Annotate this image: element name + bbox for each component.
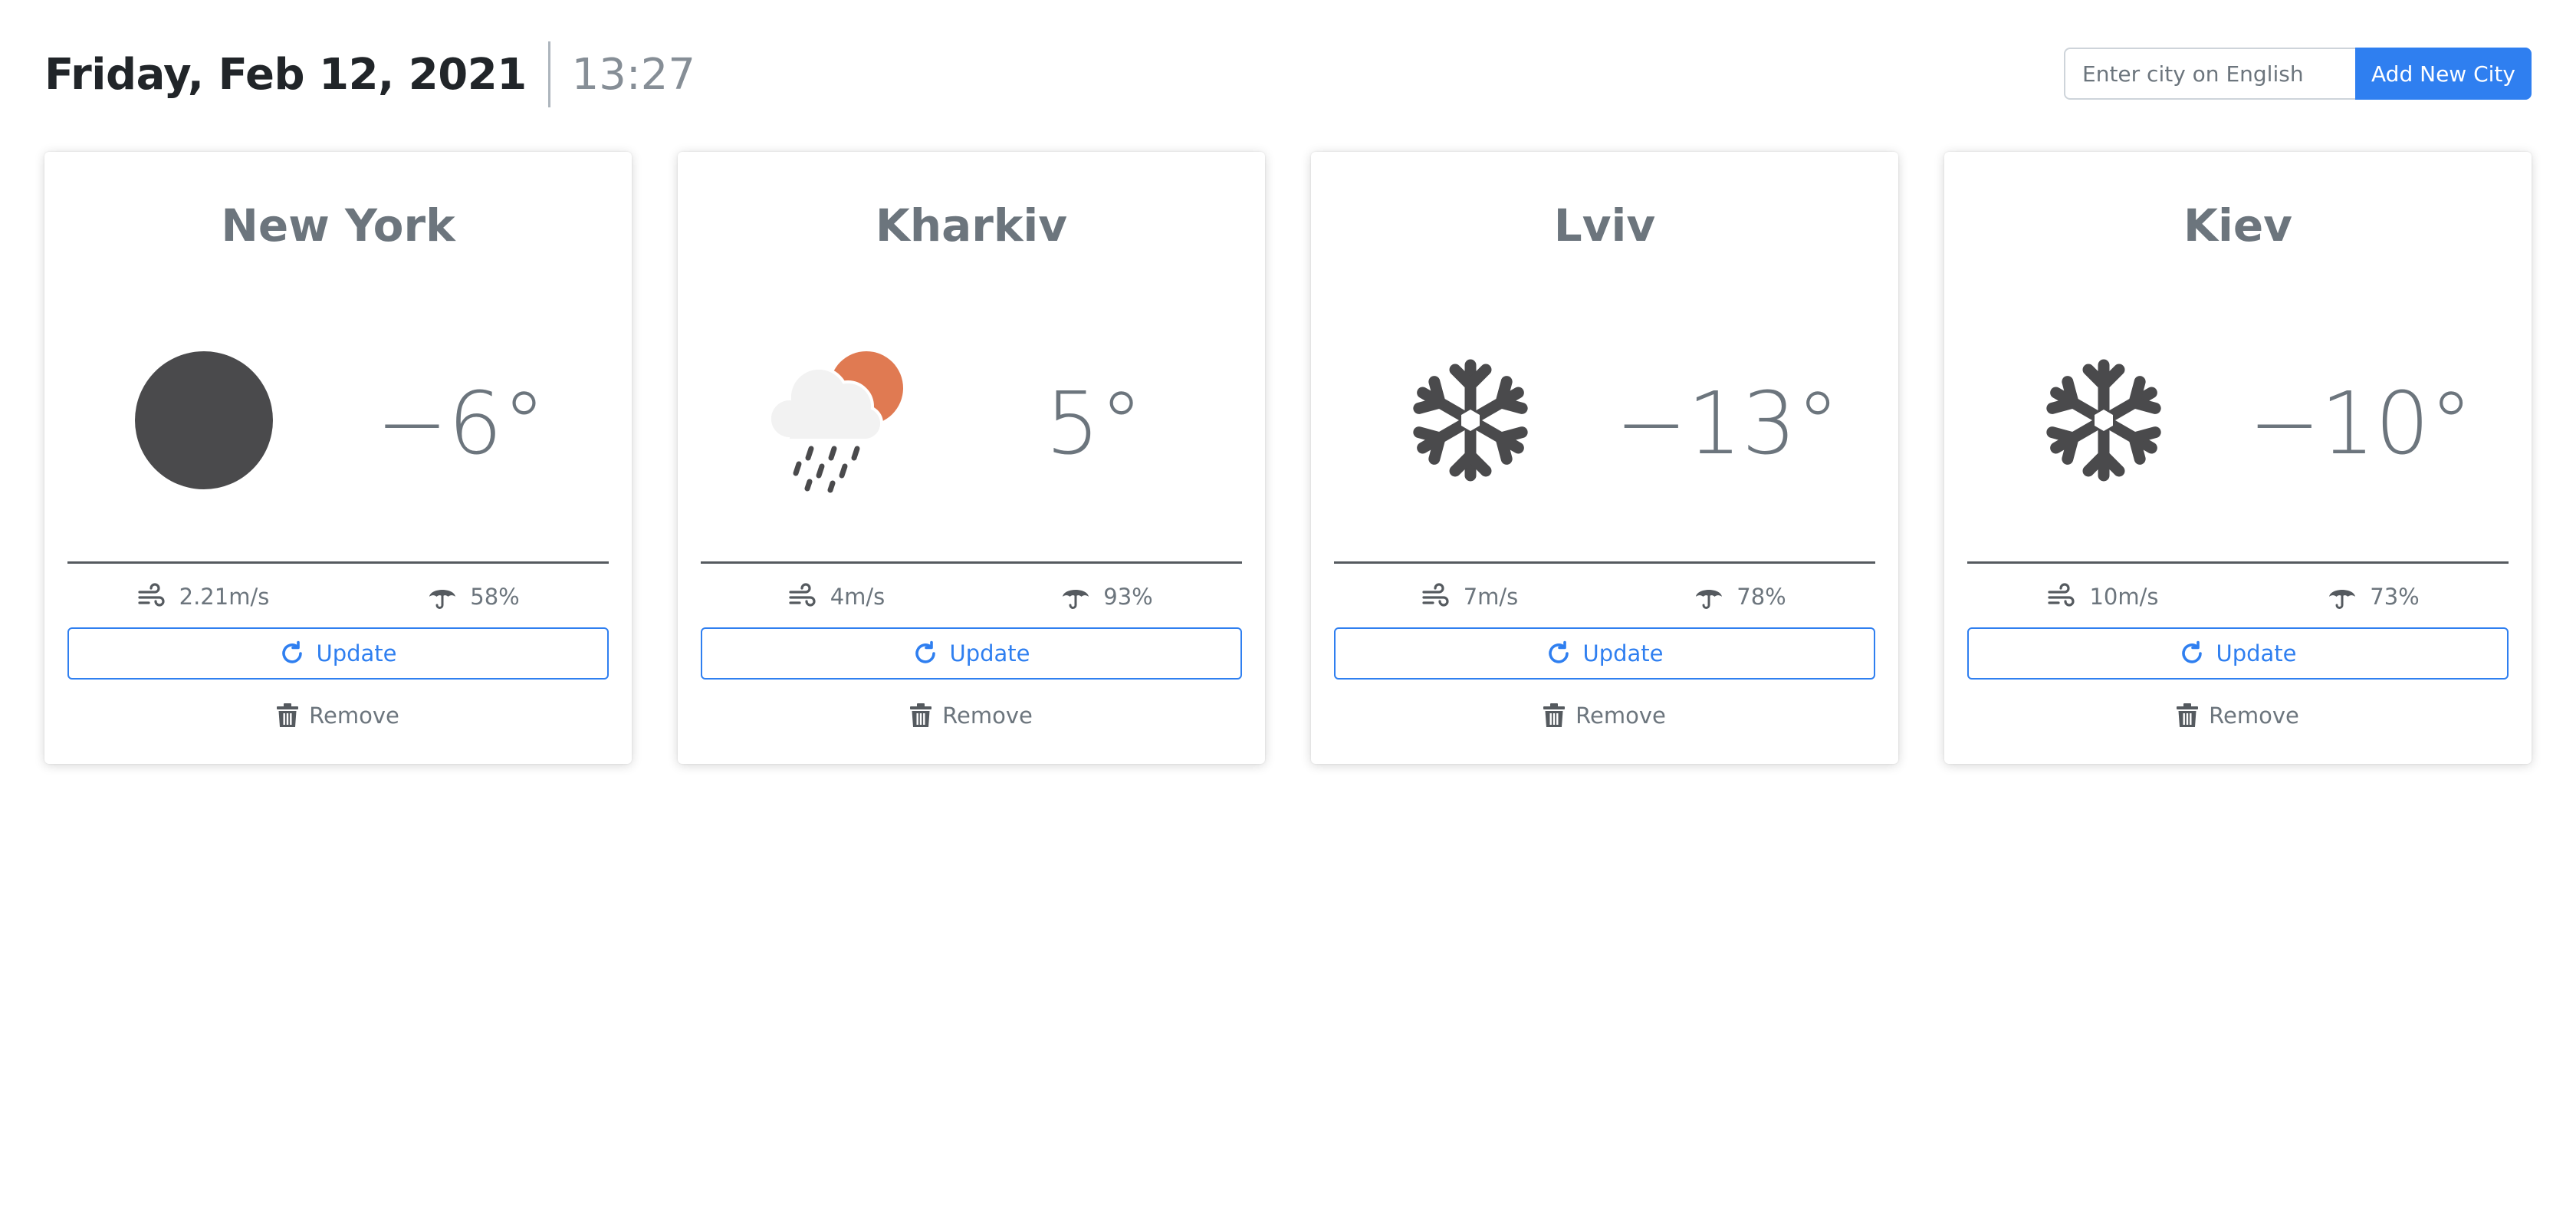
remove-button[interactable]: Remove bbox=[701, 698, 1242, 733]
umbrella-icon bbox=[1696, 590, 1723, 609]
header: Friday, Feb 12, 2021 13:27 bbox=[44, 40, 695, 109]
weather-stats: 2.21m/s 58% bbox=[67, 580, 609, 614]
wind-stat: 10m/s bbox=[1967, 580, 2238, 614]
moon-icon bbox=[127, 344, 281, 497]
humidity-stat: 93% bbox=[971, 580, 1242, 614]
city-card: Kiev −10° 10m/s 73% Update Remove bbox=[1944, 152, 2532, 764]
card-divider bbox=[701, 561, 1242, 564]
wind-speed: 7m/s bbox=[1463, 584, 1519, 610]
wind-speed: 2.21m/s bbox=[179, 584, 270, 610]
update-label: Update bbox=[1582, 640, 1664, 666]
update-button[interactable]: Update bbox=[67, 627, 609, 680]
wind-stat: 4m/s bbox=[701, 580, 971, 614]
temperature: −13° bbox=[1615, 374, 1840, 474]
trash-icon bbox=[910, 703, 932, 727]
update-button[interactable]: Update bbox=[701, 627, 1242, 680]
card-divider bbox=[1967, 561, 2509, 564]
weather-stats: 10m/s 73% bbox=[1967, 580, 2509, 614]
update-label: Update bbox=[949, 640, 1030, 666]
city-search-input[interactable] bbox=[2064, 48, 2355, 100]
city-name: Lviv bbox=[1553, 199, 1656, 252]
humidity-stat: 78% bbox=[1605, 580, 1875, 614]
wind-icon bbox=[138, 583, 165, 607]
wind-icon bbox=[2048, 583, 2075, 607]
remove-label: Remove bbox=[2209, 703, 2299, 729]
refresh-icon bbox=[915, 640, 936, 663]
umbrella-icon bbox=[2329, 590, 2356, 609]
card-divider bbox=[67, 561, 609, 564]
current-date: Friday, Feb 12, 2021 bbox=[44, 49, 527, 100]
wind-speed: 4m/s bbox=[830, 584, 886, 610]
wind-icon bbox=[789, 583, 816, 607]
weather-stats: 7m/s 78% bbox=[1334, 580, 1875, 614]
humidity-stat: 73% bbox=[2238, 580, 2509, 614]
weather-stats: 4m/s 93% bbox=[701, 580, 1242, 614]
umbrella-icon bbox=[1063, 590, 1089, 609]
remove-label: Remove bbox=[942, 703, 1033, 729]
current-time: 13:27 bbox=[571, 49, 696, 100]
remove-button[interactable]: Remove bbox=[1334, 698, 1875, 733]
refresh-icon bbox=[1549, 640, 1569, 663]
refresh-icon bbox=[2182, 640, 2203, 663]
add-new-city-button[interactable]: Add New City bbox=[2355, 48, 2532, 100]
update-button[interactable]: Update bbox=[1334, 627, 1875, 680]
trash-icon bbox=[277, 703, 299, 727]
wind-icon bbox=[1422, 583, 1449, 607]
remove-button[interactable]: Remove bbox=[67, 698, 609, 733]
city-card: Kharkiv 5° 4m/s 93% Update Remove bbox=[678, 152, 1265, 764]
remove-label: Remove bbox=[1576, 703, 1666, 729]
update-label: Update bbox=[2216, 640, 2297, 666]
umbrella-icon bbox=[429, 590, 456, 609]
city-card: New York −6° 2.21m/s 58% Update Remove bbox=[44, 152, 632, 764]
wind-stat: 2.21m/s bbox=[67, 580, 338, 614]
update-button[interactable]: Update bbox=[1967, 627, 2509, 680]
wind-speed: 10m/s bbox=[2089, 584, 2159, 610]
city-name: New York bbox=[221, 199, 455, 252]
city-card: Lviv −13° 7m/s 78% Update Remove bbox=[1311, 152, 1898, 764]
sun-cloud-rain-icon bbox=[761, 344, 914, 497]
header-divider bbox=[547, 41, 550, 107]
add-city-form: Add New City bbox=[2064, 48, 2532, 100]
humidity-value: 78% bbox=[1737, 584, 1786, 610]
refresh-icon bbox=[282, 640, 303, 663]
humidity-value: 93% bbox=[1103, 584, 1153, 610]
update-label: Update bbox=[316, 640, 397, 666]
humidity-stat: 58% bbox=[338, 580, 609, 614]
remove-button[interactable]: Remove bbox=[1967, 698, 2509, 733]
snowflake-icon bbox=[1394, 344, 1547, 497]
city-cards: New York −6° 2.21m/s 58% Update Remove K… bbox=[44, 152, 2532, 764]
trash-icon bbox=[1543, 703, 1566, 727]
temperature: −10° bbox=[2248, 374, 2473, 474]
temperature: 5° bbox=[1045, 374, 1143, 474]
trash-icon bbox=[2177, 703, 2199, 727]
temperature: −6° bbox=[376, 374, 546, 474]
remove-label: Remove bbox=[309, 703, 399, 729]
wind-stat: 7m/s bbox=[1334, 580, 1605, 614]
snowflake-icon bbox=[2027, 344, 2180, 497]
humidity-value: 73% bbox=[2370, 584, 2420, 610]
humidity-value: 58% bbox=[470, 584, 520, 610]
city-name: Kiev bbox=[2183, 199, 2292, 252]
weather-app: Friday, Feb 12, 2021 13:27 Add New City … bbox=[0, 0, 2576, 1221]
card-divider bbox=[1334, 561, 1875, 564]
city-name: Kharkiv bbox=[875, 199, 1068, 252]
